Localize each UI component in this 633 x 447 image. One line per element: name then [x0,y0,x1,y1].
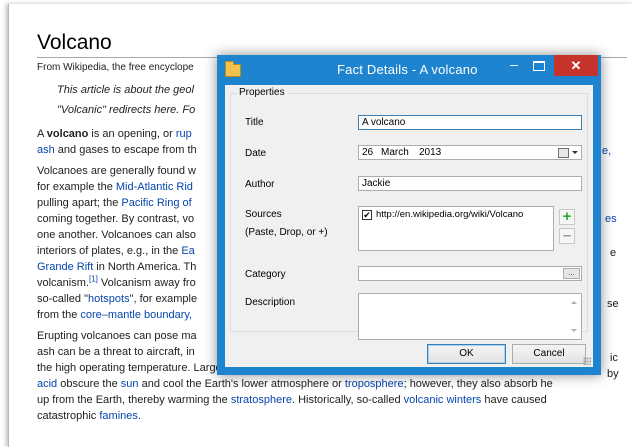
text: is an opening, or [88,128,176,140]
resize-grip-icon[interactable] [583,357,591,365]
text: Volcanism away fro [97,277,196,289]
link[interactable]: stratosphere [231,394,292,406]
date-day[interactable]: 26 [362,146,373,159]
text: for example the [37,181,116,193]
source-checkbox[interactable]: ✔ [362,210,372,220]
remove-source-button[interactable]: – [559,228,575,244]
link[interactable]: e, [602,145,611,157]
maximize-icon [533,61,545,71]
dialog-title: Fact Details - A volcano [337,62,478,77]
dialog-body: Properties Title A volcano Date 26 March… [225,85,593,367]
link[interactable]: Grande Rift [37,261,93,273]
sources-list[interactable]: ✔ http://en.wikipedia.org/wiki/Volcano [358,206,554,251]
minimize-button[interactable]: – [503,55,525,76]
text-fragment: ic [610,352,618,364]
calendar-icon[interactable] [558,148,569,158]
fact-details-dialog: Fact Details - A volcano – ✕ Properties … [217,55,601,375]
title-label: Title [245,117,264,128]
author-label: Author [245,179,275,190]
text: and gases to escape from th [54,144,197,156]
dialog-titlebar[interactable]: Fact Details - A volcano – ✕ [217,55,601,85]
text: catastrophic [37,410,100,422]
link[interactable]: volcanic winters [404,394,482,406]
category-label: Category [245,269,286,280]
link[interactable]: hotspots [88,293,130,305]
link[interactable]: ash [37,144,55,156]
description-textarea[interactable] [358,293,582,340]
date-picker[interactable]: 26 March 2013 [358,145,582,160]
text: . [137,410,141,422]
bold-term: volcano [46,128,89,140]
list-item[interactable]: ✔ http://en.wikipedia.org/wiki/Volcano [359,207,553,223]
author-input[interactable]: Jackie [358,176,582,191]
description-label: Description [245,297,296,308]
link[interactable]: Pacific Ring of [121,197,191,209]
link[interactable]: sun [121,378,139,390]
link[interactable]: acid [37,378,57,390]
link[interactable]: core–mantle boundary, [80,309,192,321]
link[interactable]: es [605,213,617,225]
text-fragment: by [607,368,619,380]
text-fragment: e [610,247,617,259]
ok-button[interactable]: OK [427,344,506,364]
text: . Historically, so-called [291,394,404,406]
add-source-button[interactable]: + [559,209,575,225]
folder-icon [225,61,241,77]
text-fragment: es [605,211,617,227]
text: up from the Earth, thereby warming the [37,394,231,406]
text: Volcanoes are generally found w [37,165,196,177]
close-button[interactable]: ✕ [554,55,598,76]
link[interactable]: Ea [181,245,194,257]
maximize-button[interactable] [527,55,551,76]
group-title: Properties [237,87,287,99]
scroll-down-icon[interactable] [571,329,577,332]
category-input[interactable]: ... [358,266,582,281]
text: pulling apart; the [37,197,122,209]
text: obscure the [57,378,121,390]
text: coming together. By contrast, vo [37,213,195,225]
text: have caused [481,394,547,406]
date-label: Date [245,148,267,159]
text: Erupting volcanoes can pose ma [37,330,197,342]
text: so-called " [37,293,88,305]
title-input[interactable]: A volcano [358,115,582,130]
text: one another. Volcanoes can also [37,229,197,241]
sources-hint: (Paste, Drop, or +) [245,227,328,238]
source-url: http://en.wikipedia.org/wiki/Volcano [376,209,524,220]
text: volcanism. [37,277,89,289]
link[interactable]: troposphere [345,378,404,390]
article-title: Volcano [37,30,627,58]
text: ; however, they also absorb he [403,378,553,390]
text: A [37,128,47,140]
date-year[interactable]: 2013 [419,146,441,159]
text: and cool the Earth's lower atmosphere or [138,378,345,390]
text-fragment: se [607,298,619,310]
text: in North America. Th [93,261,197,273]
date-month[interactable]: March [381,146,409,159]
link[interactable]: Mid-Atlantic Rid [116,181,193,193]
link[interactable]: rup [176,128,192,140]
scroll-up-icon[interactable] [571,301,577,304]
cancel-button[interactable]: Cancel [512,344,586,364]
text: ", for example [129,293,198,305]
citation-link[interactable]: [1] [89,274,98,283]
chevron-down-icon[interactable] [572,151,578,154]
text: from the [37,309,81,321]
description-scrollbar[interactable] [567,294,581,339]
text-fragment: e, [602,143,611,159]
link[interactable]: famines [99,410,138,422]
properties-group: Properties Title A volcano Date 26 March… [230,87,588,340]
text: ash can be a threat to aircraft, in [37,346,195,358]
text: interiors of plates, e.g., in the [37,245,182,257]
category-browse-button[interactable]: ... [563,268,580,279]
sources-label: Sources [245,209,282,220]
